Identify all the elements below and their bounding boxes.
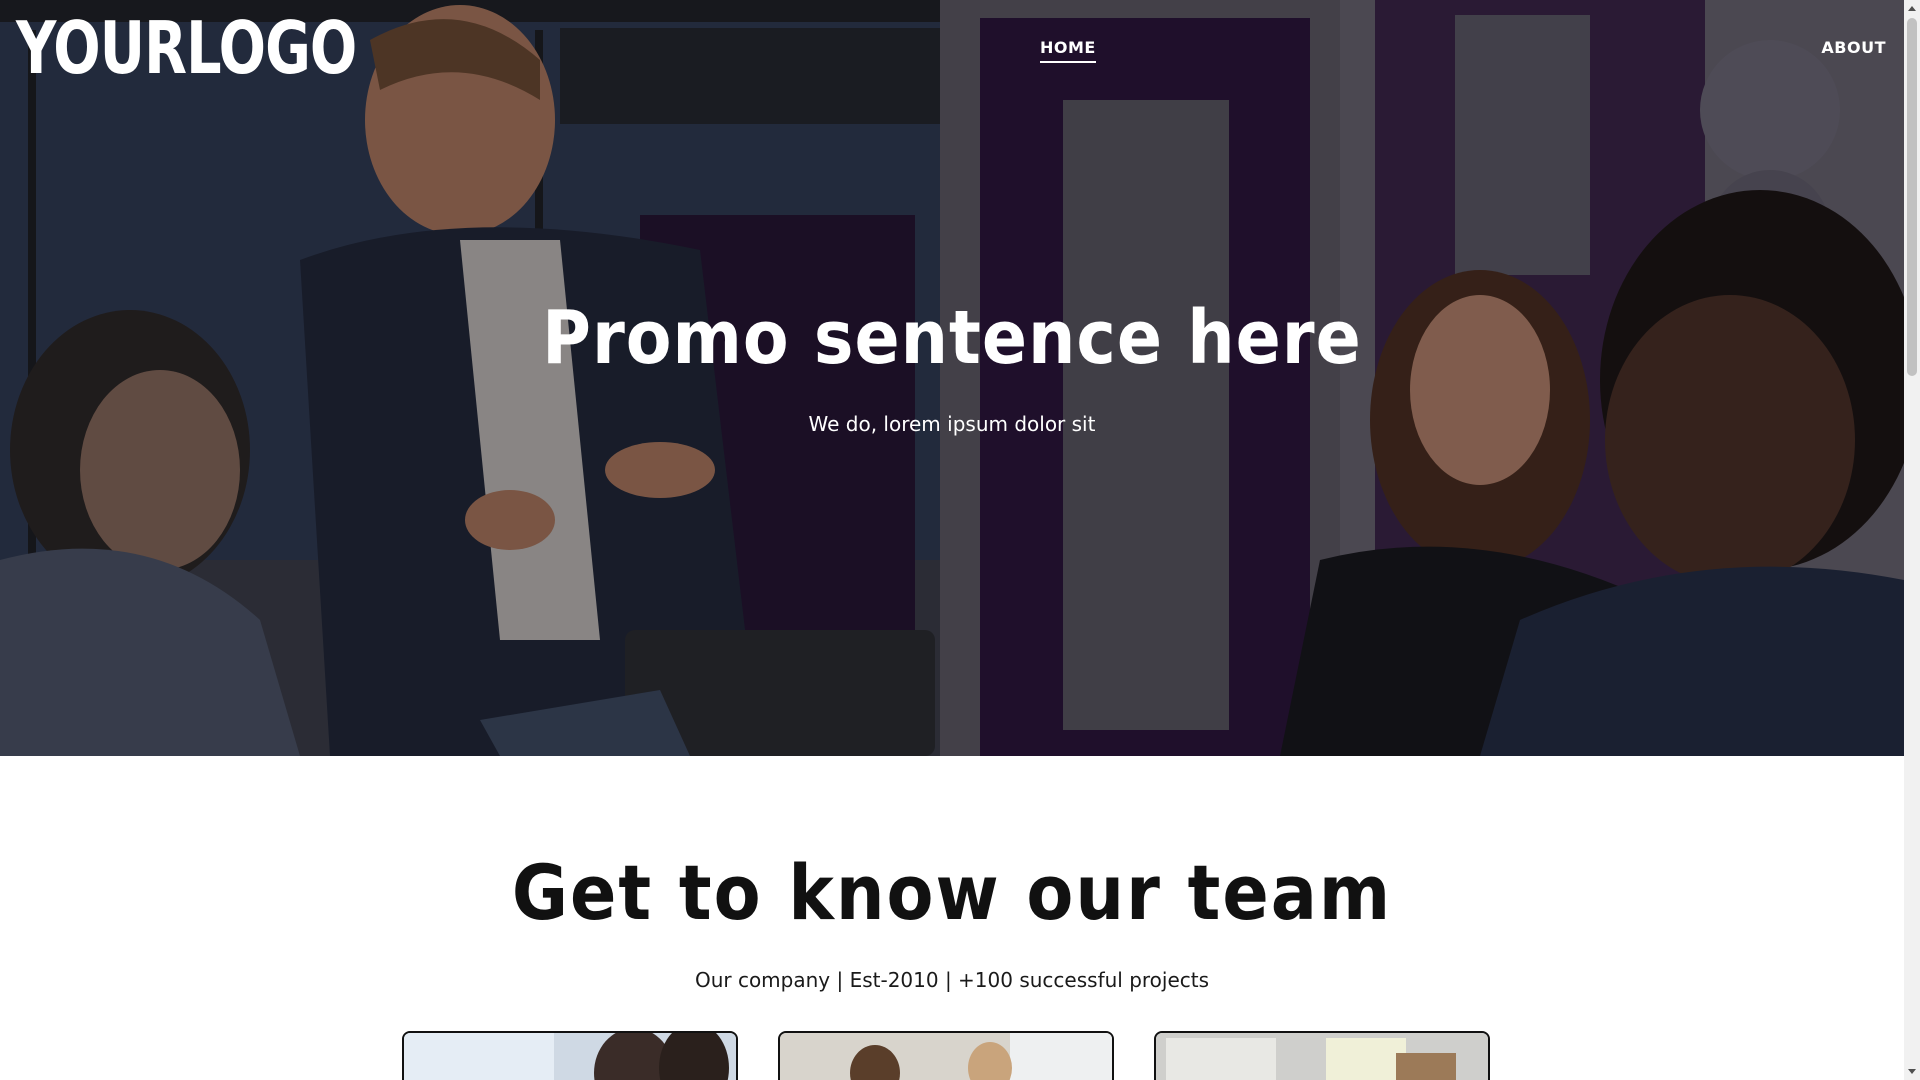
scroll-up-arrow-icon[interactable] — [1904, 0, 1920, 16]
scroll-down-arrow-icon[interactable] — [1904, 1064, 1920, 1080]
vertical-scrollbar[interactable] — [1904, 0, 1920, 1080]
hero-title: Promo sentence here — [542, 295, 1362, 381]
team-subtitle: Our company | Est-2010 | +100 successful… — [694, 968, 1210, 992]
team-card-image — [1156, 1033, 1488, 1080]
site-logo[interactable]: YOURLOGO — [16, 8, 357, 88]
scrollbar-thumb[interactable] — [1907, 18, 1917, 376]
team-card-image — [780, 1033, 1112, 1080]
team-card-image — [404, 1033, 736, 1080]
hero-subtitle: We do, lorem ipsum dolor sit — [808, 412, 1096, 436]
page: YOURLOGO HOME ABOUT Promo sentence here … — [0, 0, 1904, 1080]
team-card-3[interactable] — [1154, 1031, 1490, 1080]
team-card-2[interactable] — [778, 1031, 1114, 1080]
team-card-1[interactable] — [402, 1031, 738, 1080]
team-title: Get to know our team — [511, 848, 1393, 937]
hero-section: YOURLOGO HOME ABOUT Promo sentence here … — [0, 0, 1904, 756]
nav-link-about[interactable]: ABOUT — [1821, 38, 1886, 61]
nav-link-home[interactable]: HOME — [1040, 38, 1096, 63]
